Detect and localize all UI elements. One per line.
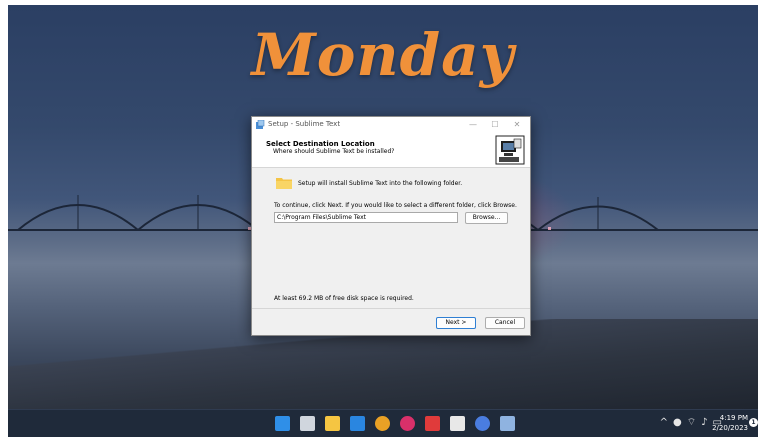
window-title: Setup - Sublime Text bbox=[268, 120, 341, 128]
task-view-icon[interactable] bbox=[300, 416, 315, 431]
page-title: Select Destination Location bbox=[266, 140, 375, 148]
clock[interactable]: 4:19 PM 2/20/2023 bbox=[712, 413, 748, 433]
wizard-footer: Next > Cancel bbox=[252, 308, 530, 336]
mail-icon[interactable] bbox=[350, 416, 365, 431]
setup-icon[interactable] bbox=[500, 416, 515, 431]
page-subtitle: Where should Sublime Text be installed? bbox=[273, 148, 395, 155]
setup-dialog: Setup - Sublime Text — ☐ ✕ Select Destin… bbox=[251, 116, 531, 336]
title-bar[interactable]: Setup - Sublime Text — ☐ ✕ bbox=[252, 117, 530, 133]
tray-chevron-icon[interactable]: ^ bbox=[660, 417, 668, 428]
maximize-button[interactable]: ☐ bbox=[488, 120, 502, 129]
next-button[interactable]: Next > bbox=[436, 317, 476, 329]
clock-time: 4:19 PM bbox=[719, 414, 748, 422]
installer-computer-icon bbox=[495, 135, 525, 165]
taskbar: ^ ● ⌔ ♪ ▭ 4:19 PM 2/20/2023 1 bbox=[8, 409, 758, 437]
file-explorer-icon[interactable] bbox=[325, 416, 340, 431]
close-button[interactable]: ✕ bbox=[510, 120, 524, 129]
minimize-button[interactable]: — bbox=[466, 120, 480, 129]
app-icon[interactable] bbox=[400, 416, 415, 431]
messages-icon[interactable] bbox=[475, 416, 490, 431]
destination-path-input[interactable] bbox=[274, 212, 458, 223]
setup-app-icon bbox=[256, 120, 265, 129]
disk-space-text: At least 69.2 MB of free disk space is r… bbox=[274, 295, 414, 302]
browse-button[interactable]: Browse... bbox=[465, 212, 508, 224]
cancel-button[interactable]: Cancel bbox=[485, 317, 525, 329]
volume-icon[interactable]: ♪ bbox=[701, 417, 707, 428]
notification-badge[interactable]: 1 bbox=[749, 418, 758, 427]
start-icon[interactable] bbox=[275, 416, 290, 431]
wizard-header: Select Destination Location Where should… bbox=[252, 133, 530, 168]
clock-date: 2/20/2023 bbox=[712, 424, 748, 432]
folder-icon bbox=[276, 178, 292, 189]
install-intro-text: Setup will install Sublime Text into the… bbox=[298, 180, 463, 187]
continue-instructions: To continue, click Next. If you would li… bbox=[274, 202, 517, 209]
wps-icon[interactable] bbox=[425, 416, 440, 431]
wallpaper-text: Monday bbox=[251, 21, 515, 89]
wifi-icon[interactable]: ⌔ bbox=[687, 416, 696, 429]
chrome-icon[interactable] bbox=[375, 416, 390, 431]
notes-icon[interactable] bbox=[450, 416, 465, 431]
app-tray-icon[interactable]: ● bbox=[673, 417, 682, 428]
